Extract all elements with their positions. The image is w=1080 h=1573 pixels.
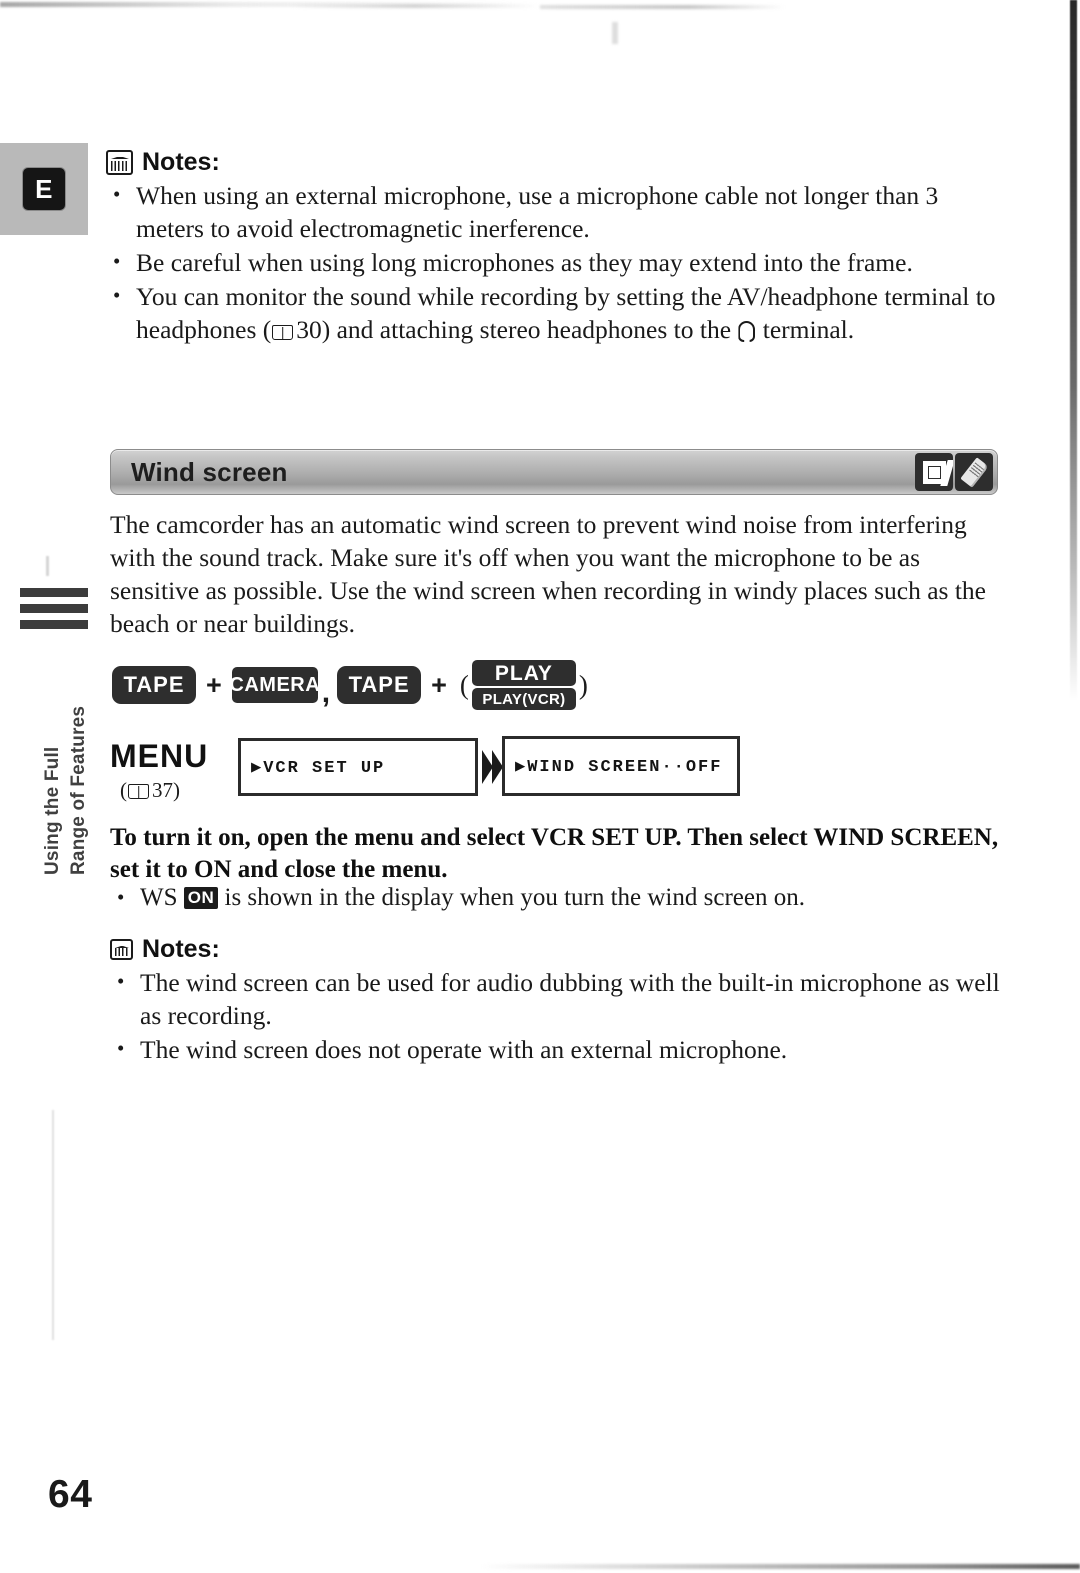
note-text-after: terminal.	[756, 315, 855, 344]
instruction-bullet-after: is shown in the display when you turn th…	[218, 884, 805, 911]
memory-card-icon-glyph	[959, 456, 989, 488]
status-badge-on: ON	[183, 887, 219, 909]
page-reference-book-icon	[272, 325, 294, 340]
note-item: Be careful when using long microphones a…	[106, 245, 1002, 279]
scan-artifact-mark	[612, 22, 618, 44]
scan-artifact-top-streak-2	[290, 4, 540, 8]
book-icon	[110, 939, 133, 960]
mode-paren-close: )	[578, 669, 588, 700]
scan-artifact-smudge-b	[52, 1110, 54, 1340]
page-number: 64	[48, 1473, 93, 1516]
instruction-bullet-before: WS	[140, 884, 184, 911]
menu-label-text: MENU	[110, 738, 209, 774]
note-text: The wind screen can be used for audio du…	[140, 968, 1000, 1030]
note-text-mid: ) and attaching stereo headphones to the	[321, 315, 738, 344]
mode-pill-tape-2: TAPE	[337, 666, 422, 704]
chapter-tab: Using the Full Range of Features	[20, 588, 92, 881]
section-header-icons	[915, 453, 993, 491]
note-item: The wind screen does not operate with an…	[110, 1032, 1000, 1066]
chapter-tab-line-2: Range of Features	[68, 705, 89, 875]
mode-pill-play-stack: PLAY PLAY(VCR)	[471, 660, 576, 710]
instruction-bold: To turn it on, open the menu and select …	[110, 824, 999, 883]
lcd-screen-1-text: ▶VCR SET UP	[251, 758, 386, 778]
chapter-tab-line-1: Using the Full	[42, 746, 63, 875]
memory-card-icon	[955, 453, 993, 491]
section-title: Wind screen	[131, 456, 288, 487]
notes-section-bottom: Notes: The wind screen can be used for a…	[110, 935, 1000, 1067]
menu-button-label: MENU (37)	[110, 738, 230, 803]
note-item: When using an external microphone, use a…	[106, 178, 1002, 245]
menu-ref-page: 37	[152, 778, 173, 802]
mode-comma: ,	[321, 676, 331, 709]
note-ref-page: 30	[296, 315, 322, 344]
menu-page-reference: (37)	[120, 778, 180, 802]
lcd-screen-2-text: ▶WIND SCREEN··OFF	[515, 757, 723, 777]
section-header-bar: Wind screen	[110, 449, 998, 495]
mode-pill-play: PLAY	[471, 660, 576, 686]
double-chevron-right-icon	[481, 748, 503, 786]
mode-paren-open: (	[459, 669, 469, 700]
mode-pill-camera: CAMERA	[229, 667, 320, 703]
instruction-bullet: WS ON is shown in the display when you t…	[110, 881, 1000, 914]
headphone-jack-icon	[738, 321, 755, 342]
notes-heading-top: Notes:	[106, 148, 1002, 177]
notes-heading-label: Notes:	[142, 935, 220, 963]
chapter-bar	[20, 620, 88, 629]
chapter-tab-text: Using the Full Range of Features	[20, 651, 92, 881]
note-text: When using an external microphone, use a…	[136, 181, 939, 243]
language-tab: E	[0, 143, 88, 235]
tape-icon	[915, 453, 953, 491]
mode-requirement-row: TAPE + CAMERA , TAPE + ( PLAY PLAY(VCR) …	[112, 660, 591, 710]
language-tab-label: E	[35, 174, 53, 204]
mode-plus-1: +	[206, 669, 222, 700]
mode-pill-tape-1: TAPE	[112, 666, 196, 704]
note-item: The wind screen can be used for audio du…	[110, 965, 1000, 1032]
mode-plus-2: +	[431, 669, 447, 700]
chapter-tab-bars	[20, 588, 88, 629]
chapter-bar	[20, 604, 88, 613]
notes-section-top: Notes: When using an external microphone…	[106, 148, 1002, 347]
language-tab-badge: E	[23, 168, 65, 210]
section-body-paragraph: The camcorder has an automatic wind scre…	[110, 510, 986, 638]
scan-artifact-smudge-a	[46, 556, 49, 576]
notes-heading-bottom: Notes:	[110, 935, 1000, 964]
notes-list-bottom: The wind screen can be used for audio du…	[110, 965, 1000, 1066]
book-icon	[106, 150, 133, 175]
scan-artifact-right-edge	[1070, 0, 1077, 700]
note-text: Be careful when using long microphones a…	[136, 248, 913, 277]
scan-artifact-top-streak-3	[540, 5, 785, 9]
scan-artifact-bottom-streak	[480, 1564, 1080, 1569]
notes-heading-label: Notes:	[142, 148, 220, 176]
note-item: You can monitor the sound while recordin…	[106, 279, 1002, 346]
note-text: The wind screen does not operate with an…	[140, 1035, 788, 1064]
lcd-screen-vcr-set-up: ▶VCR SET UP	[238, 738, 478, 796]
lcd-screen-wind-screen: ▶WIND SCREEN··OFF	[502, 736, 740, 796]
mode-pill-play-vcr: PLAY(VCR)	[471, 688, 576, 710]
chapter-bar	[20, 588, 88, 597]
page-reference-book-icon	[128, 784, 149, 799]
notes-list-top: When using an external microphone, use a…	[106, 178, 1002, 346]
tape-icon-glyph	[922, 460, 946, 484]
